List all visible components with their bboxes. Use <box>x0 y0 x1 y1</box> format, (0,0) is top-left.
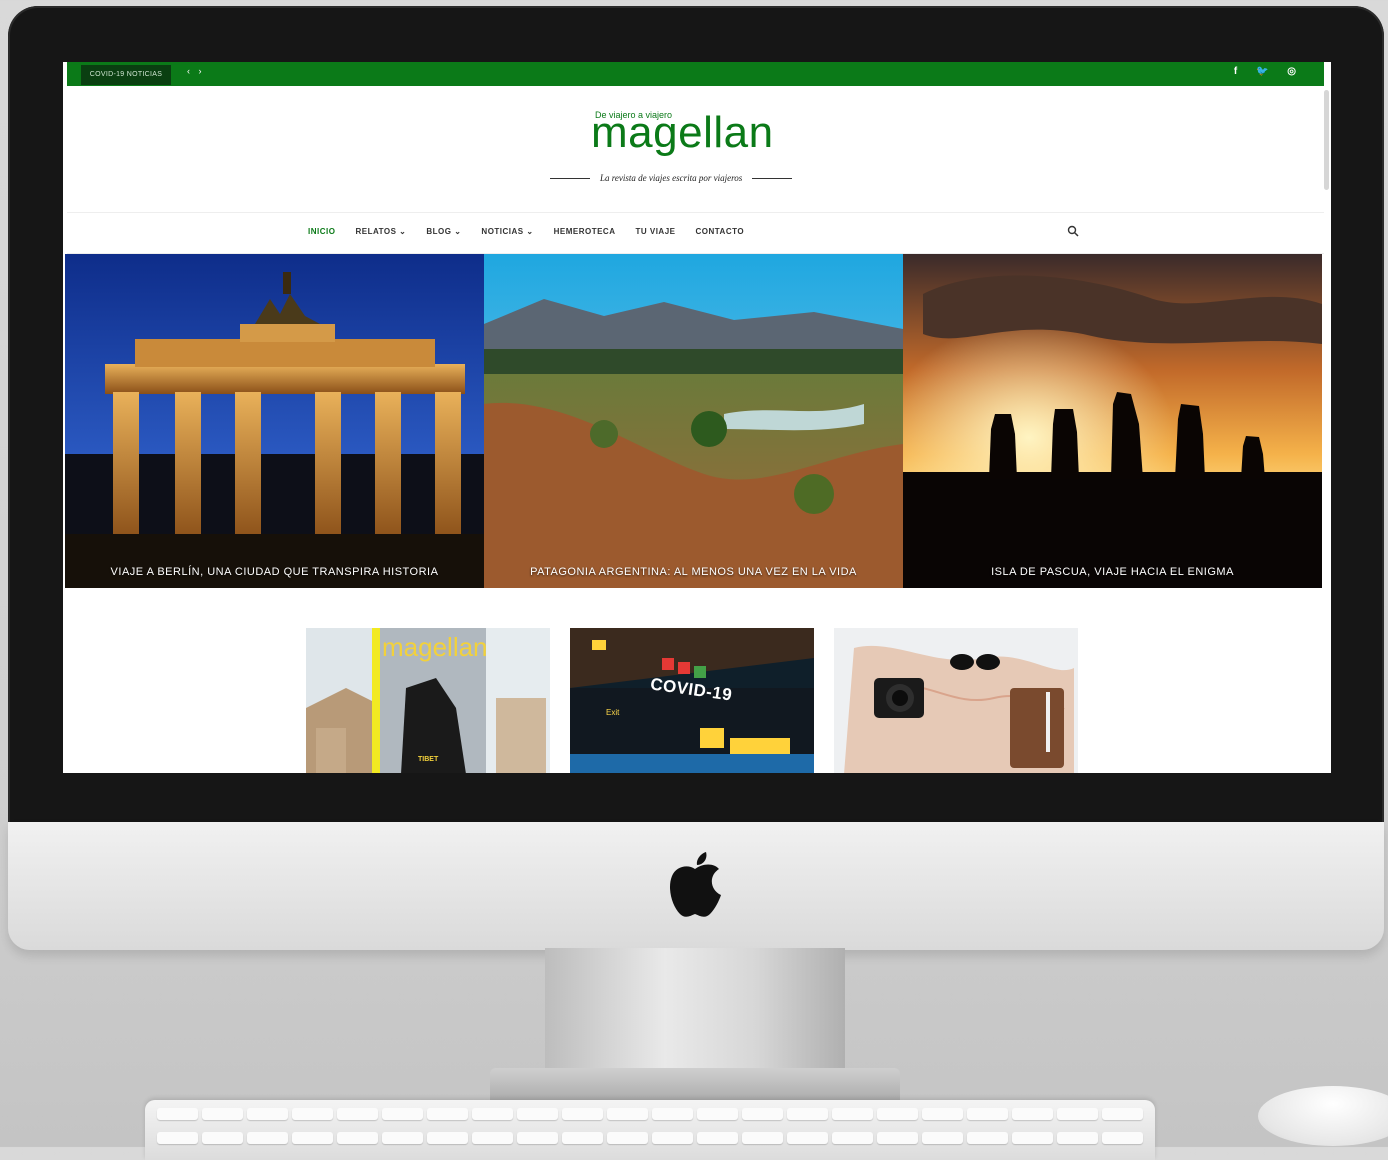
exit-sign-text: Exit <box>606 708 620 717</box>
site-logo[interactable]: magellan <box>591 108 774 158</box>
nav-item-contacto[interactable]: CONTACTO <box>695 227 744 236</box>
easter-island-sunset-image <box>903 254 1322 588</box>
keyboard <box>145 1100 1155 1160</box>
nav-item-tu-viaje[interactable]: TU VIAJE <box>635 227 675 236</box>
berlin-gate-image <box>65 254 484 588</box>
slide-patagonia[interactable]: PATAGONIA ARGENTINA: AL MENOS UNA VEZ EN… <box>484 254 903 588</box>
thumb-covid[interactable]: COVID-19 Exit <box>570 628 814 773</box>
map-camera-image <box>834 628 1078 773</box>
magazine-title: magellan <box>382 632 488 662</box>
slide-caption[interactable]: ISLA DE PASCUA, VIAJE HACIA EL ENIGMA <box>903 566 1322 578</box>
social-links: f 🐦 ◎ <box>1218 66 1296 77</box>
nav-item-inicio[interactable]: INICIO <box>308 227 335 236</box>
slide-pascua[interactable]: ISLA DE PASCUA, VIAJE HACIA EL ENIGMA <box>903 254 1322 588</box>
ticker-next-icon[interactable]: › <box>199 66 202 76</box>
tagline-row: La revista de viajes escrita por viajero… <box>550 173 840 183</box>
nav-item-noticias[interactable]: NOTICIAS ⌄ <box>481 227 533 236</box>
search-icon[interactable] <box>1067 225 1079 237</box>
news-ticker-label[interactable]: COVID-19 NOTICIAS <box>81 65 171 85</box>
website-screen: COVID-19 NOTICIAS ‹ › f 🐦 ◎ De viajero a… <box>63 62 1331 773</box>
thumb-magazine[interactable]: magellan TIBET <box>306 628 550 773</box>
tagline-rule-right <box>752 177 793 179</box>
patagonia-landscape-image <box>484 254 903 588</box>
ticker-controls: ‹ › <box>187 66 208 76</box>
airport-board-image <box>570 628 814 773</box>
nav-item-blog[interactable]: BLOG ⌄ <box>426 227 461 236</box>
nav-item-hemeroteca[interactable]: HEMEROTECA <box>554 227 616 236</box>
tagline-rule-left <box>550 177 590 179</box>
top-bar: COVID-19 NOTICIAS ‹ › f 🐦 ◎ <box>67 62 1324 86</box>
facebook-icon[interactable]: f <box>1234 66 1237 77</box>
slide-berlin[interactable]: VIAJE A BERLÍN, UNA CIUDAD QUE TRANSPIRA… <box>65 254 484 588</box>
mouse <box>1258 1086 1388 1146</box>
scrollbar[interactable] <box>1324 90 1329 190</box>
apple-logo-icon <box>669 852 721 917</box>
thumb-travel-map[interactable] <box>834 628 1078 773</box>
slide-caption[interactable]: PATAGONIA ARGENTINA: AL MENOS UNA VEZ EN… <box>484 566 903 578</box>
slide-caption[interactable]: VIAJE A BERLÍN, UNA CIUDAD QUE TRANSPIRA… <box>65 566 484 578</box>
main-nav: INICIO RELATOS ⌄ BLOG ⌄ NOTICIAS ⌄ HEMER… <box>67 212 1324 254</box>
ticker-prev-icon[interactable]: ‹ <box>187 66 190 76</box>
nav-item-relatos[interactable]: RELATOS ⌄ <box>355 227 406 236</box>
magazine-subtitle: TIBET <box>418 756 439 763</box>
featured-slider: VIAJE A BERLÍN, UNA CIUDAD QUE TRANSPIRA… <box>65 254 1322 588</box>
imac-stand-base <box>490 1068 900 1104</box>
instagram-icon[interactable]: ◎ <box>1287 66 1296 77</box>
twitter-icon[interactable]: 🐦 <box>1256 66 1268 77</box>
imac-stand <box>545 948 845 1088</box>
site-tagline: La revista de viajes escrita por viajero… <box>600 173 743 183</box>
